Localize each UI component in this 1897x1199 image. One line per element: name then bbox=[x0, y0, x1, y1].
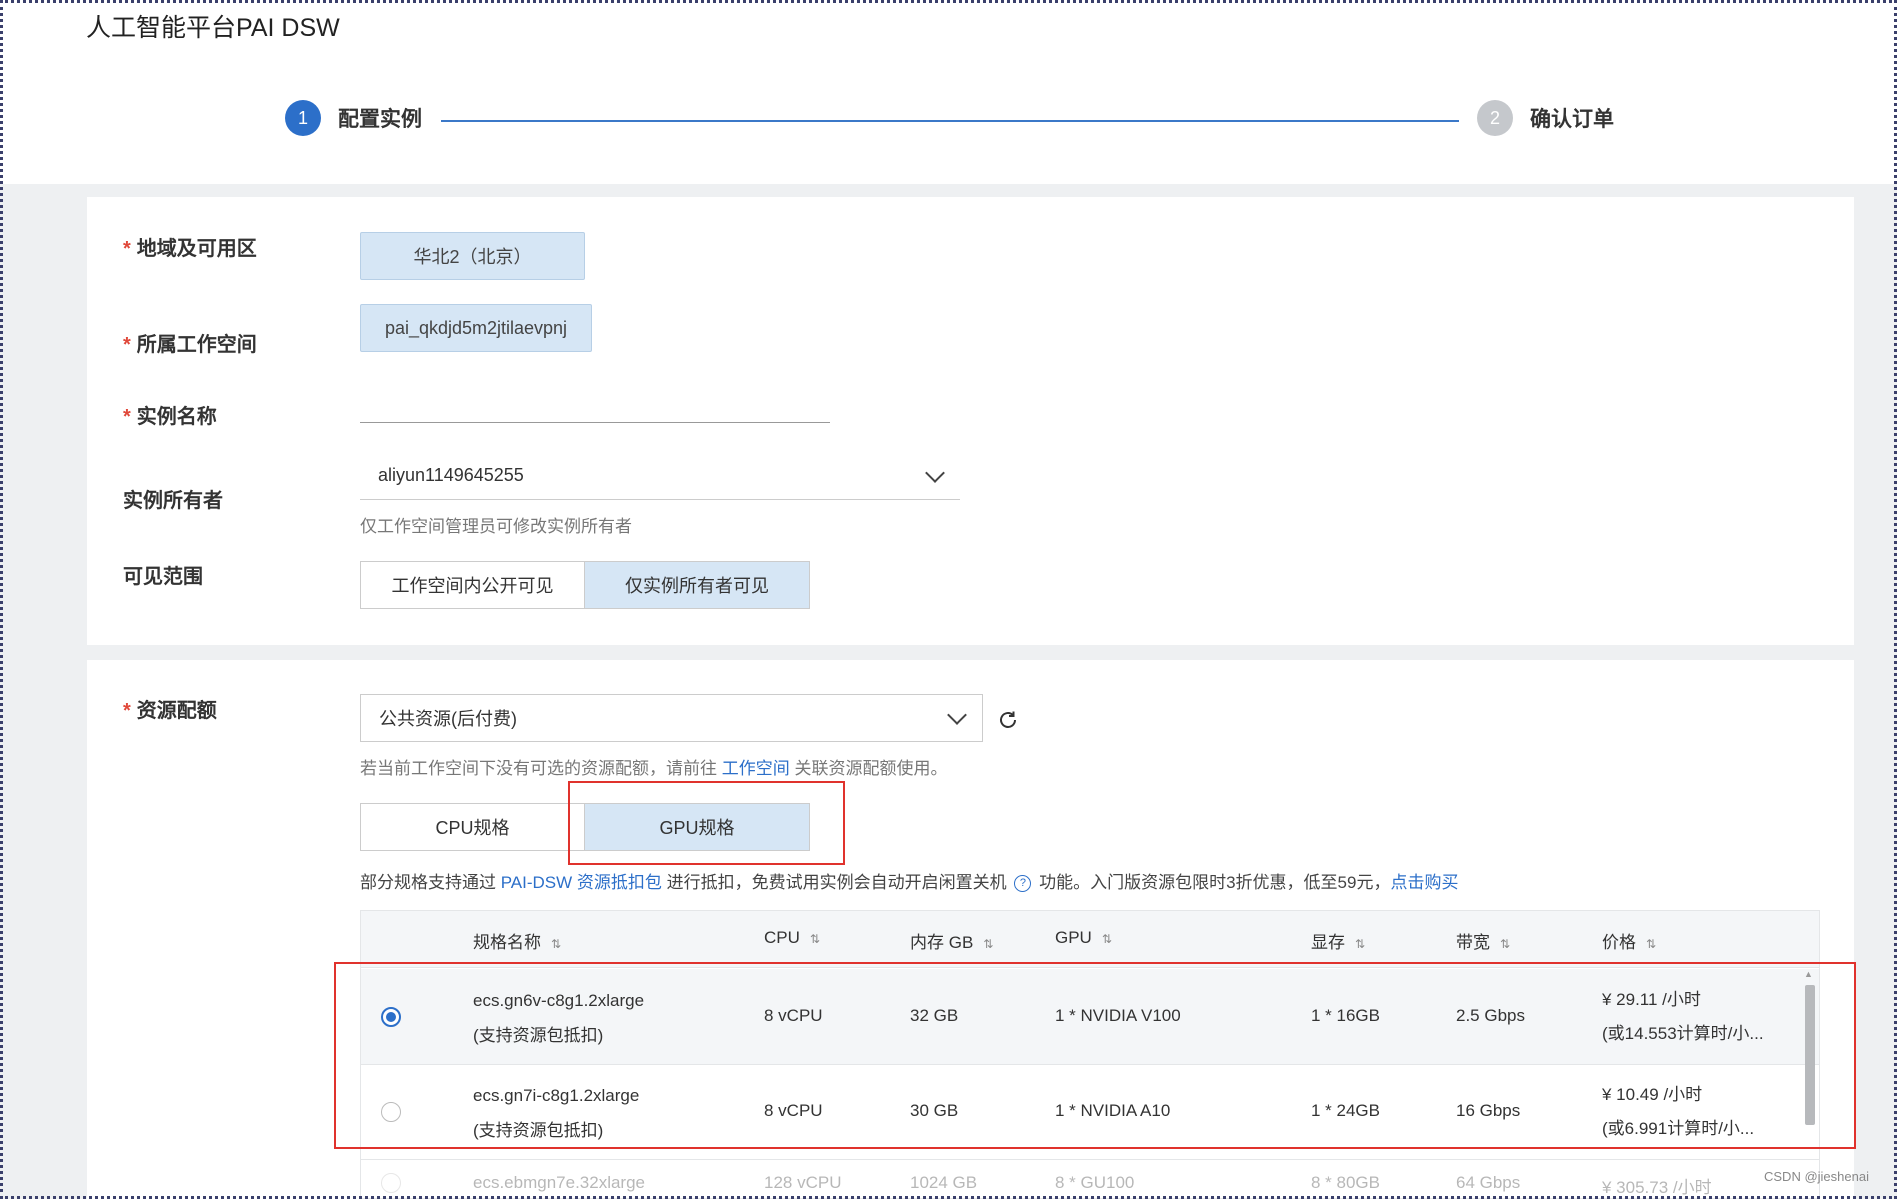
price-value: ¥ 305.73 /小时 bbox=[1602, 1178, 1712, 1197]
highlight-gpu-rows bbox=[334, 962, 1856, 1149]
memory-value: 1024 GB bbox=[910, 1173, 978, 1192]
sort-icon: ⇅ bbox=[1500, 937, 1510, 951]
sort-icon: ⇅ bbox=[983, 937, 993, 951]
header-spec-name[interactable]: 规格名称 ⇅ bbox=[473, 928, 561, 953]
owner-hint: 仅工作空间管理员可修改实例所有者 bbox=[360, 517, 632, 536]
step-1-label: 配置实例 bbox=[338, 108, 422, 131]
row-radio[interactable] bbox=[381, 1173, 401, 1193]
header: 人工智能平台PAI DSW 1 配置实例 2 确认订单 bbox=[0, 0, 1897, 184]
resource-select-value: 公共资源(后付费) bbox=[379, 709, 517, 729]
step-configure: 1 配置实例 bbox=[285, 100, 422, 136]
resource-pack-link[interactable]: PAI-DSW 资源抵扣包 bbox=[501, 873, 662, 892]
sort-icon: ⇅ bbox=[1101, 932, 1112, 946]
resource-quota-select[interactable]: 公共资源(后付费) bbox=[360, 694, 983, 742]
table-header: 规格名称 ⇅ CPU ⇅ 内存 GB ⇅ GPU ⇅ 显存 ⇅ 带宽 ⇅ 价格 ⇅ bbox=[361, 911, 1819, 968]
chevron-down-icon bbox=[947, 705, 967, 725]
header-cpu[interactable]: CPU ⇅ bbox=[764, 928, 820, 948]
bandwidth-value: 64 Gbps bbox=[1456, 1173, 1521, 1192]
visibility-option-public[interactable]: 工作空间内公开可见 bbox=[361, 562, 585, 608]
owner-select-value: aliyun1149645255 bbox=[378, 465, 524, 485]
resource-label: * 资源配额 bbox=[123, 700, 217, 722]
sort-icon: ⇅ bbox=[551, 937, 561, 951]
header-vram[interactable]: 显存 ⇅ bbox=[1311, 928, 1365, 953]
refresh-icon[interactable] bbox=[996, 708, 1020, 732]
header-gpu[interactable]: GPU ⇅ bbox=[1055, 928, 1112, 948]
page-title: 人工智能平台PAI DSW bbox=[86, 14, 340, 42]
header-memory[interactable]: 内存 GB ⇅ bbox=[910, 928, 993, 953]
header-price[interactable]: 价格 ⇅ bbox=[1602, 928, 1656, 953]
visibility-label: 可见范围 bbox=[123, 566, 203, 588]
cpu-value: 128 vCPU bbox=[764, 1173, 842, 1192]
highlight-gpu-tab bbox=[568, 781, 845, 865]
step-confirm: 2 确认订单 bbox=[1477, 100, 1614, 136]
header-bandwidth[interactable]: 带宽 ⇅ bbox=[1456, 928, 1510, 953]
watermark: CSDN @jieshenai bbox=[1764, 1169, 1869, 1184]
sort-icon: ⇅ bbox=[1646, 937, 1656, 951]
step-2-indicator: 2 bbox=[1477, 100, 1513, 136]
instance-name-label: * 实例名称 bbox=[123, 406, 217, 428]
region-chip[interactable]: 华北2（北京） bbox=[360, 232, 585, 280]
chevron-down-icon bbox=[925, 462, 945, 483]
resource-hint: 若当前工作空间下没有可选的资源配额，请前往 工作空间 关联资源配额使用。 bbox=[360, 759, 948, 778]
gpu-value: 8 * GU100 bbox=[1055, 1173, 1135, 1192]
workspace-link[interactable]: 工作空间 bbox=[722, 759, 790, 778]
owner-label: 实例所有者 bbox=[123, 490, 223, 512]
resource-note: 部分规格支持通过 PAI-DSW 资源抵扣包 进行抵扣，免费试用实例会自动开启闲… bbox=[360, 873, 1459, 893]
step-2-label: 确认订单 bbox=[1530, 108, 1614, 131]
workspace-label: * 所属工作空间 bbox=[123, 334, 257, 356]
workspace-chip[interactable]: pai_qkdjd5m2jtilaevpnj bbox=[360, 304, 592, 352]
sort-icon: ⇅ bbox=[1355, 937, 1365, 951]
spec-name: ecs.ebmgn7e.32xlarge bbox=[473, 1173, 646, 1192]
visibility-option-owner-only[interactable]: 仅实例所有者可见 bbox=[585, 562, 809, 608]
basic-config-card bbox=[87, 197, 1854, 645]
sort-icon: ⇅ bbox=[809, 932, 820, 946]
buy-link[interactable]: 点击购买 bbox=[1390, 873, 1458, 892]
step-1-indicator: 1 bbox=[285, 100, 321, 136]
vram-value: 8 * 80GB bbox=[1311, 1173, 1380, 1192]
step-progress-line bbox=[441, 120, 1459, 122]
instance-name-input[interactable] bbox=[360, 398, 830, 423]
help-icon[interactable]: ? bbox=[1014, 875, 1032, 893]
owner-select[interactable]: aliyun1149645255 bbox=[360, 452, 960, 500]
region-label: * 地域及可用区 bbox=[123, 238, 257, 260]
visibility-toggle: 工作空间内公开可见 仅实例所有者可见 bbox=[360, 561, 810, 609]
tab-cpu-spec[interactable]: CPU规格 bbox=[361, 804, 585, 850]
table-row[interactable]: ecs.ebmgn7e.32xlarge 128 vCPU 1024 GB 8 … bbox=[361, 1159, 1819, 1198]
